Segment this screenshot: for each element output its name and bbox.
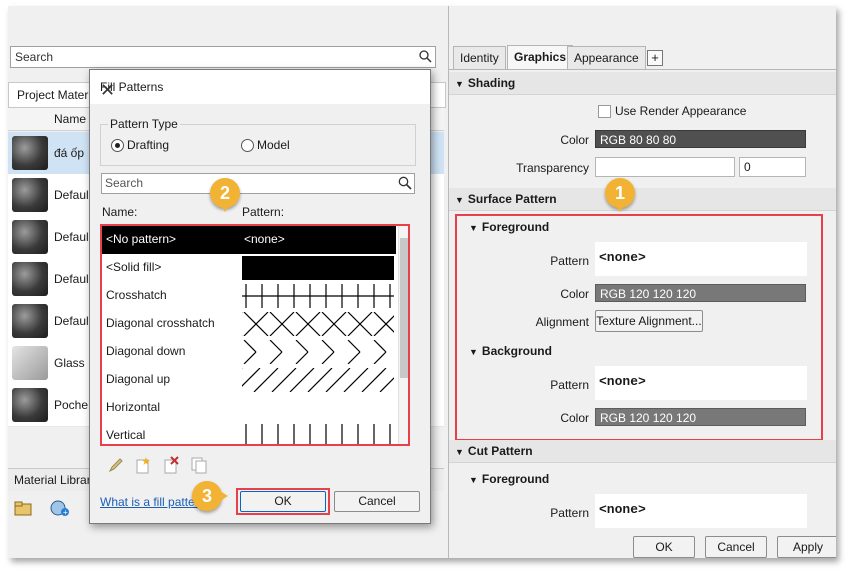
material-thumbnail	[12, 136, 48, 170]
pattern-column-header: Pattern:	[242, 205, 285, 219]
pattern-search-placeholder: Search	[105, 176, 144, 190]
add-tab-button[interactable]: +	[647, 50, 663, 66]
duplicate-pattern-icon[interactable]	[190, 456, 208, 474]
pattern-list-highlight	[100, 224, 410, 446]
tab-appearance[interactable]: Appearance	[567, 46, 646, 70]
panel-cancel-button[interactable]: Cancel	[705, 536, 767, 558]
collapse-arrow-icon: ▼	[455, 79, 464, 89]
material-thumbnail	[12, 304, 48, 338]
pencil-edit-icon[interactable]	[108, 457, 124, 473]
shading-color-field[interactable]: RGB 80 80 80	[595, 130, 806, 148]
cut-foreground-header[interactable]: ▼ Foreground	[469, 470, 549, 489]
fill-patterns-dialog: Fill Patterns ✕ Drafting Model Pattern T…	[89, 69, 431, 524]
pattern-search-input[interactable]: Search	[101, 173, 415, 194]
callout-2: 2	[210, 178, 240, 212]
surface-pattern-title: Surface Pattern	[467, 192, 557, 206]
material-name: Defaul	[54, 314, 89, 328]
ok-button-highlight	[236, 488, 330, 515]
material-search-placeholder: Search	[15, 50, 54, 64]
material-search-input[interactable]: Search	[10, 46, 436, 68]
panel-apply-button[interactable]: Apply	[777, 536, 836, 558]
collapse-arrow-icon: ▼	[469, 475, 478, 485]
tab-identity[interactable]: Identity	[453, 46, 506, 70]
collapse-arrow-icon: ▼	[455, 195, 464, 205]
drafting-radio[interactable]	[111, 139, 124, 152]
project-materials-label: Project Materi	[17, 88, 92, 102]
material-thumbnail	[12, 178, 48, 212]
use-render-checkbox[interactable]	[598, 105, 611, 118]
search-icon[interactable]	[398, 176, 412, 190]
material-library-label: Material Librar	[14, 473, 91, 487]
material-name: đá ốp	[54, 146, 85, 160]
cut-pattern-section-header[interactable]: ▼ Cut Pattern	[449, 440, 836, 463]
close-icon[interactable]: ✕	[100, 80, 420, 101]
globe-add-icon[interactable]: +	[50, 499, 70, 517]
dialog-titlebar: Fill Patterns ✕	[90, 70, 430, 104]
delete-pattern-icon[interactable]	[162, 456, 180, 474]
cut-foreground-title: Foreground	[481, 472, 550, 486]
material-name: Defaul	[54, 230, 89, 244]
new-pattern-icon[interactable]	[134, 456, 152, 474]
material-name: Defaul	[54, 272, 89, 286]
name-column-header: Name:	[102, 205, 138, 219]
shading-title: Shading	[467, 76, 516, 90]
use-render-label: Use Render Appearance	[615, 104, 747, 118]
shading-section-header[interactable]: ▼ Shading	[449, 72, 836, 95]
callout-3: 3	[192, 481, 228, 511]
help-link[interactable]: What is a fill pattern	[100, 495, 205, 509]
transparency-value-field[interactable]: 0	[739, 157, 806, 177]
material-thumbnail	[12, 346, 48, 380]
panel-ok-button[interactable]: OK	[633, 536, 695, 558]
cancel-button[interactable]: Cancel	[334, 491, 420, 512]
material-name: Defaul	[54, 188, 89, 202]
tab-graphics[interactable]: Graphics	[507, 45, 574, 70]
model-radio[interactable]	[241, 139, 254, 152]
material-thumbnail	[12, 220, 48, 254]
transparency-slider[interactable]	[595, 157, 735, 177]
material-properties-panel: Identity Graphics Appearance + ▼ Shading …	[449, 6, 836, 558]
model-label: Model	[257, 138, 290, 152]
column-name-header[interactable]: Name	[54, 112, 86, 126]
tab-divider	[449, 69, 836, 70]
pattern-type-label: Pattern Type	[108, 117, 180, 131]
material-name: Poche	[54, 398, 89, 412]
callout-1: 1	[605, 178, 635, 212]
material-name: Glass	[54, 356, 85, 370]
transparency-label: Transparency	[516, 161, 589, 175]
cut-pattern-title: Cut Pattern	[467, 444, 533, 458]
material-thumbnail	[12, 388, 48, 422]
cut-fg-pattern-field[interactable]: <none>	[595, 494, 807, 528]
material-thumbnail	[12, 262, 48, 296]
drafting-label: Drafting	[127, 138, 170, 152]
shading-color-label: Color	[560, 133, 589, 147]
search-icon[interactable]	[419, 50, 432, 63]
svg-text:+: +	[63, 508, 68, 517]
collapse-arrow-icon: ▼	[455, 447, 464, 457]
material-browser-window: Search Project Materi Name đá ốp Defaul De…	[8, 6, 836, 558]
surface-pattern-section-header[interactable]: ▼ Surface Pattern	[449, 188, 836, 211]
open-library-icon[interactable]	[14, 500, 32, 516]
cut-fg-pattern-label: Pattern	[550, 506, 589, 520]
surface-pattern-highlight	[455, 214, 823, 441]
